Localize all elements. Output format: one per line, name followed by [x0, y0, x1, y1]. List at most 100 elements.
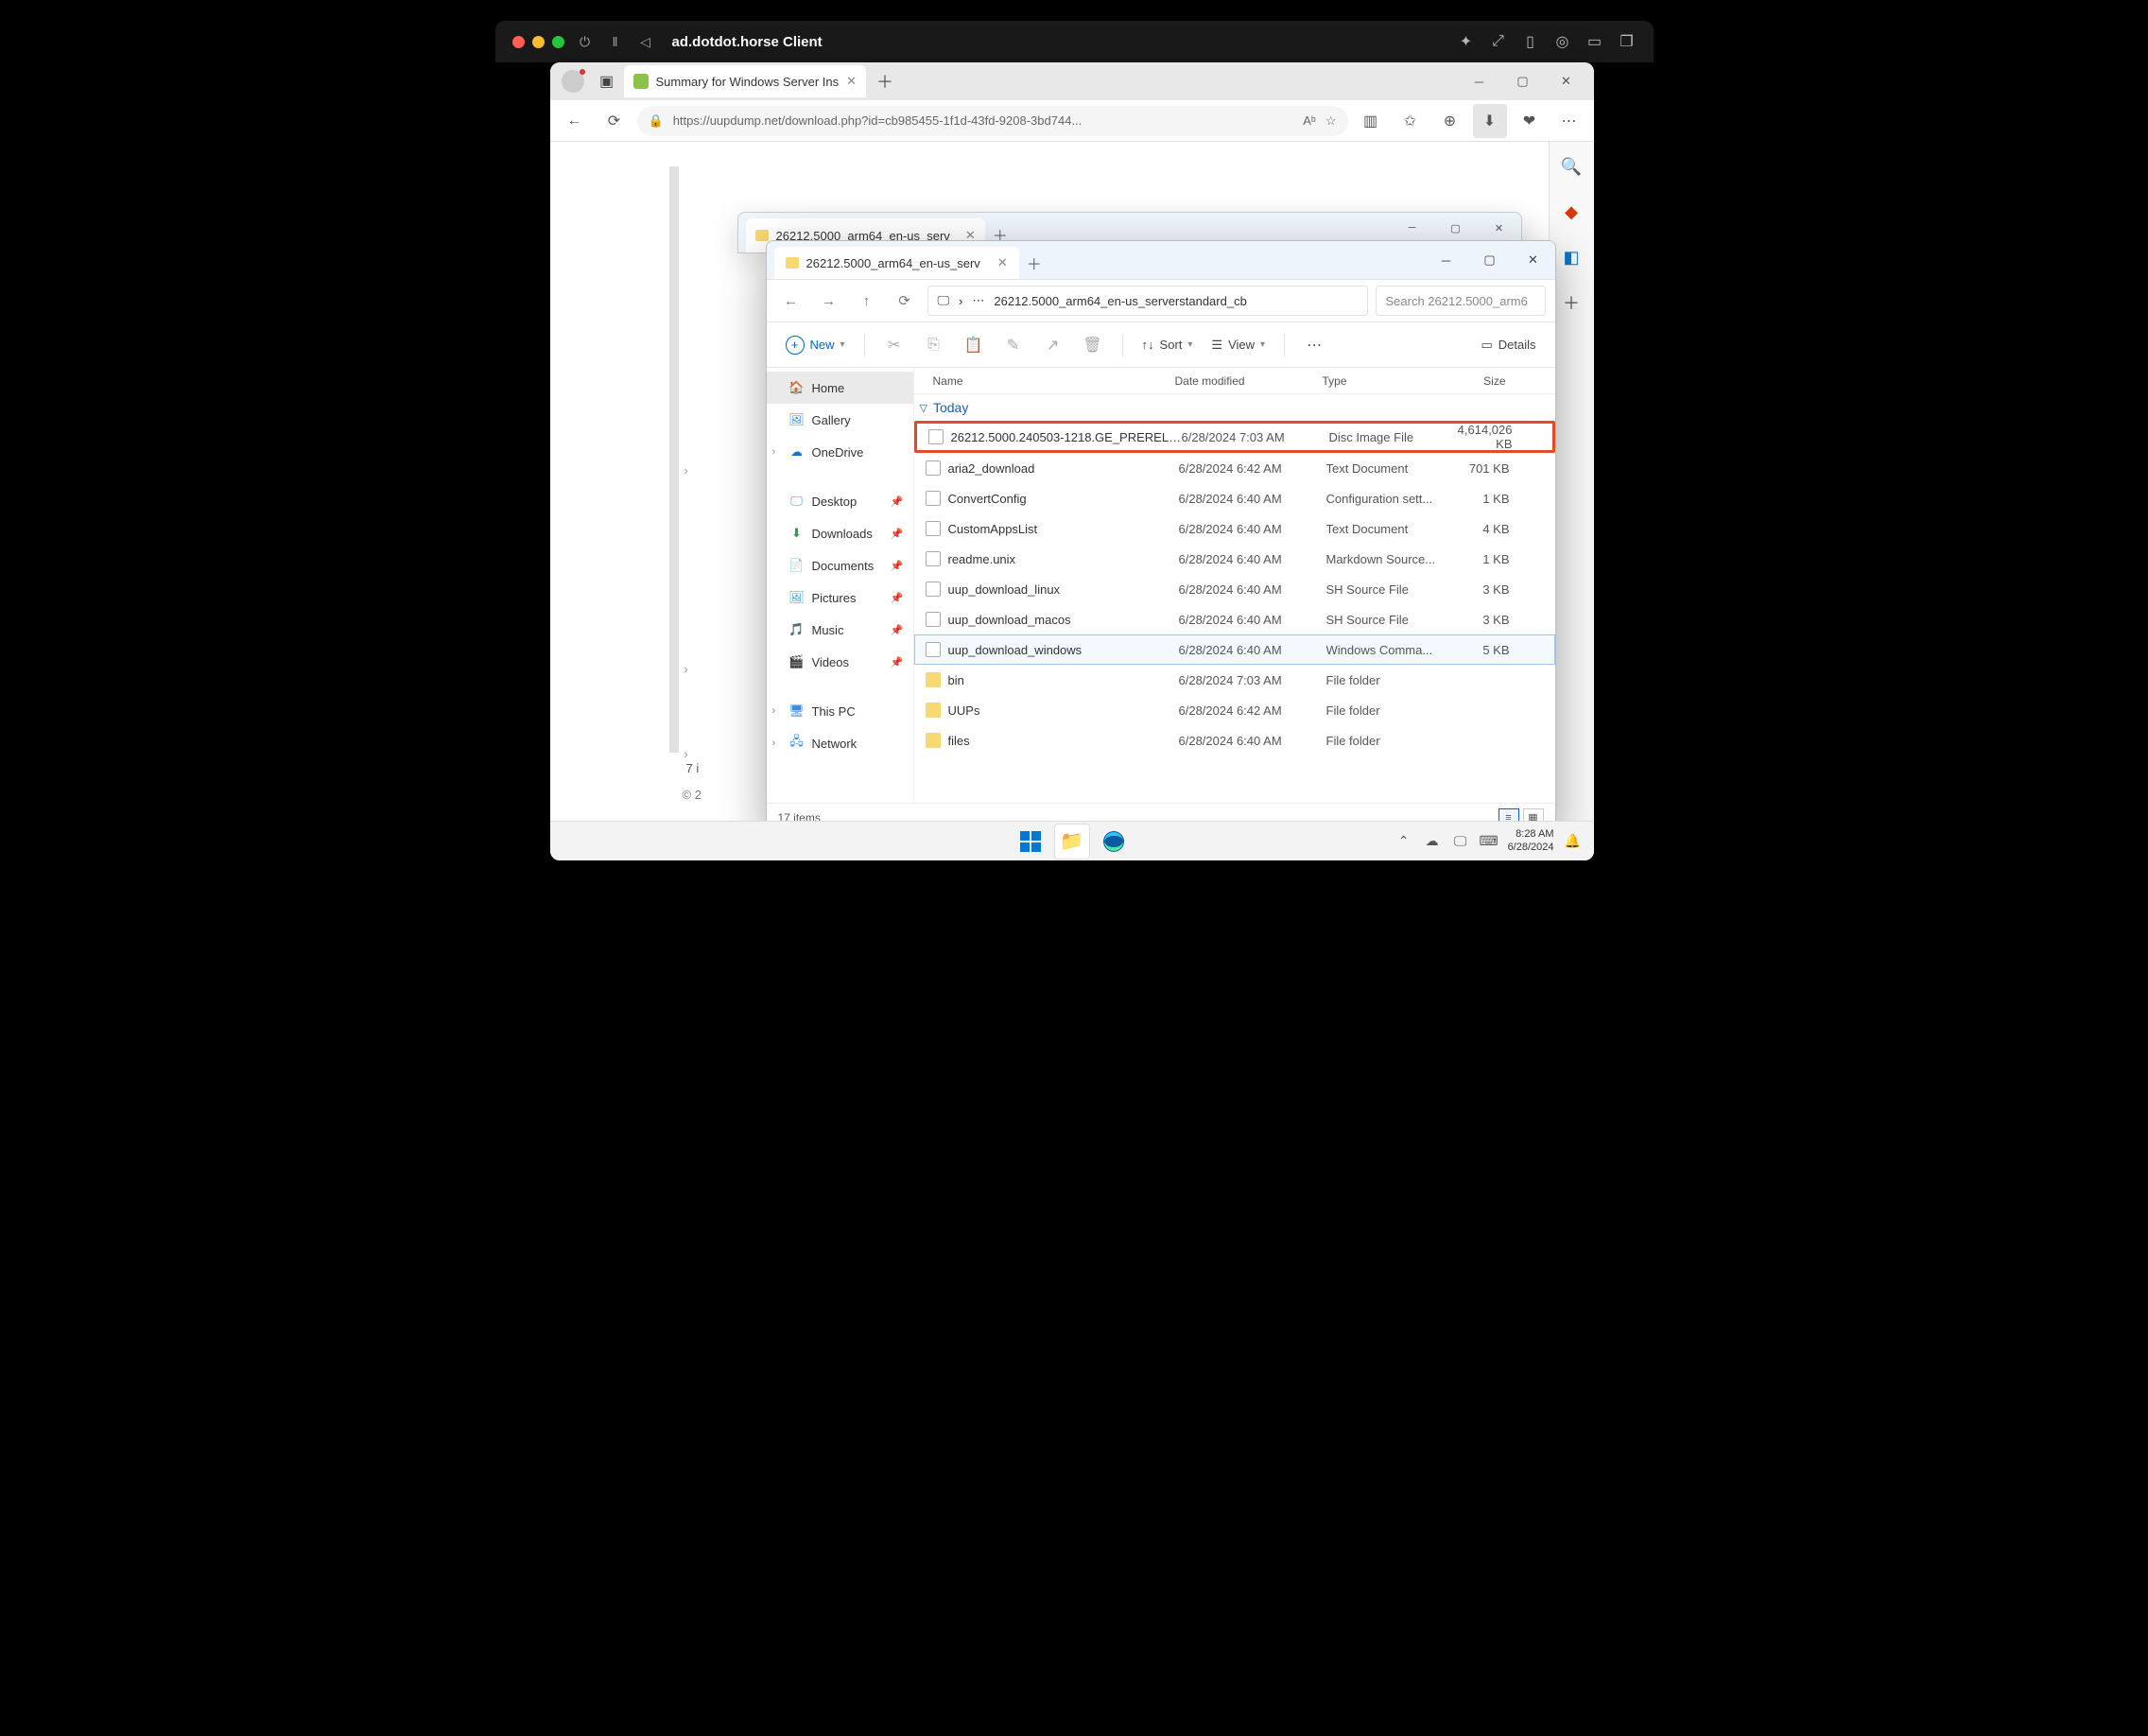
details-button[interactable]: ▭ Details [1475, 330, 1541, 360]
bg-max-button[interactable]: ▢ [1434, 213, 1478, 243]
close-tab-icon[interactable]: ✕ [846, 74, 857, 89]
copy-icon[interactable]: ⎘ [918, 330, 950, 360]
column-headers[interactable]: Name Date modified Type Size [914, 368, 1555, 394]
col-size[interactable]: Size [1444, 374, 1516, 388]
read-aloud-icon[interactable]: Aᵇ [1303, 113, 1316, 128]
sidebar-item-onedrive[interactable]: ›☁OneDrive [767, 436, 913, 468]
share-icon[interactable]: ↗ [1037, 330, 1069, 360]
new-button[interactable]: +New▾ [780, 330, 851, 360]
favorite-star-icon[interactable]: ☆ [1325, 113, 1337, 129]
sidebar-item-home[interactable]: 🏠Home [767, 372, 913, 404]
sparkle-icon[interactable]: ✦ [1457, 32, 1476, 51]
start-button[interactable] [1013, 824, 1048, 859]
extensions-icon[interactable]: ❤ [1513, 104, 1547, 138]
col-date[interactable]: Date modified [1175, 374, 1323, 388]
file-row[interactable]: bin6/28/2024 7:03 AMFile folder [914, 665, 1555, 695]
taskbar-clock[interactable]: 8:28 AM 6/28/2024 [1508, 828, 1554, 853]
sidebar-item-videos[interactable]: 🎬Videos📌 [767, 646, 913, 678]
delete-icon[interactable]: 🗑 [1077, 330, 1109, 360]
sidebar-item-documents[interactable]: 📄Documents📌 [767, 549, 913, 582]
sort-button[interactable]: ↑↓ Sort ▾ [1136, 330, 1199, 360]
file-row[interactable]: aria2_download6/28/2024 6:42 AMText Docu… [914, 453, 1555, 483]
taskbar-explorer-icon[interactable]: 📁 [1054, 824, 1090, 859]
pause-icon[interactable]: ‖ [606, 32, 625, 51]
sidebar-item-music[interactable]: 🎵Music📌 [767, 614, 913, 646]
edge-close-button[interactable]: ✕ [1545, 62, 1588, 100]
rename-icon[interactable]: ✎ [997, 330, 1030, 360]
traffic-lights[interactable] [512, 36, 564, 48]
explorer-max-button[interactable]: ▢ [1468, 241, 1512, 279]
tray-display-icon[interactable]: 🖵 [1451, 832, 1470, 851]
more-icon[interactable]: ⋯ [1552, 104, 1586, 138]
ellipsis-icon[interactable]: ⋯ [972, 293, 984, 308]
nav-back-icon[interactable]: ← [558, 104, 592, 138]
sidebar-item-gallery[interactable]: 🖼Gallery [767, 404, 913, 436]
downloads-icon[interactable]: ⬇ [1473, 104, 1507, 138]
col-type[interactable]: Type [1323, 374, 1444, 388]
max-dot[interactable] [552, 36, 564, 48]
tray-keyboard-icon[interactable]: ⌨ [1480, 832, 1498, 851]
address-bar[interactable]: 🔒 https://uupdump.net/download.php?id=cb… [637, 106, 1348, 136]
nav-back-icon[interactable]: ← [776, 286, 806, 316]
browser-tab[interactable]: Summary for Windows Server Ins ✕ [624, 65, 867, 97]
file-row[interactable]: uup_download_linux6/28/2024 6:40 AMSH So… [914, 574, 1555, 604]
expand-icon[interactable]: ⤢ [1489, 32, 1508, 51]
favorites-icon[interactable]: ✩ [1394, 104, 1428, 138]
bg-close-button[interactable]: ✕ [1478, 213, 1521, 243]
sidebar-item-pictures[interactable]: 🖼Pictures📌 [767, 582, 913, 614]
sidebar-item-network[interactable]: ›🖧Network [767, 727, 913, 759]
sidebar-add-icon[interactable]: ＋ [1556, 287, 1586, 318]
more-icon[interactable]: ⋯ [1298, 330, 1330, 360]
sidebar-search-icon[interactable]: 🔍 [1556, 151, 1586, 182]
file-row[interactable]: readme.unix6/28/2024 6:40 AMMarkdown Sou… [914, 544, 1555, 574]
close-tab-icon[interactable]: ✕ [997, 255, 1008, 270]
tray-chevron-icon[interactable]: ⌃ [1394, 832, 1413, 851]
file-row[interactable]: CustomAppsList6/28/2024 6:40 AMText Docu… [914, 513, 1555, 544]
edge-min-button[interactable]: ─ [1458, 62, 1501, 100]
explorer-new-tab[interactable]: ＋ [1019, 247, 1049, 279]
nav-fwd-icon[interactable]: → [814, 286, 844, 316]
explorer-tab[interactable]: 26212.5000_arm64_en-us_serv ✕ [774, 247, 1019, 279]
search-input[interactable]: Search 26212.5000_arm6 [1376, 286, 1546, 316]
file-row[interactable]: uup_download_macos6/28/2024 6:40 AMSH So… [914, 604, 1555, 634]
taskbar-edge-icon[interactable] [1096, 824, 1132, 859]
folder-icon[interactable]: ▭ [1585, 32, 1604, 51]
paste-icon[interactable]: 📋 [958, 330, 990, 360]
notifications-icon[interactable]: 🔔 [1564, 832, 1583, 851]
back-icon[interactable]: ◁ [636, 32, 655, 51]
split-screen-icon[interactable]: ▥ [1354, 104, 1388, 138]
sidebar-outlook-icon[interactable]: ◧ [1556, 242, 1586, 272]
view-button[interactable]: ☰ View ▾ [1205, 330, 1271, 360]
nav-refresh-icon[interactable]: ⟳ [890, 286, 920, 316]
file-row[interactable]: 26212.5000.240503-1218.GE_PRERELEASE_...… [914, 421, 1555, 453]
tab-actions-icon[interactable]: ▣ [594, 68, 620, 95]
sidebar-office-icon[interactable]: ◆ [1556, 197, 1586, 227]
file-row[interactable]: uup_download_windows6/28/2024 6:40 AMWin… [914, 634, 1555, 665]
nav-refresh-icon[interactable]: ⟳ [598, 104, 632, 138]
nav-up-icon[interactable]: ↑ [852, 286, 882, 316]
collections-icon[interactable]: ⊕ [1433, 104, 1467, 138]
edge-max-button[interactable]: ▢ [1501, 62, 1545, 100]
new-tab-button[interactable]: ＋ [870, 66, 900, 96]
explorer-close-button[interactable]: ✕ [1512, 241, 1555, 279]
file-row[interactable]: files6/28/2024 6:40 AMFile folder [914, 725, 1555, 755]
tray-cloud-icon[interactable]: ☁ [1423, 832, 1442, 851]
file-row[interactable]: UUPs6/28/2024 6:42 AMFile folder [914, 695, 1555, 725]
sidebar-item-desktop[interactable]: 🖵Desktop📌 [767, 485, 913, 517]
bg-min-button[interactable]: ─ [1391, 213, 1434, 243]
cut-icon[interactable]: ✂ [878, 330, 910, 360]
col-name[interactable]: Name [914, 374, 1175, 388]
path-box[interactable]: 🖵 › ⋯ 26212.5000_arm64_en-us_serverstand… [927, 286, 1368, 316]
file-row[interactable]: ConvertConfig6/28/2024 6:40 AMConfigurat… [914, 483, 1555, 513]
windows-icon[interactable]: ❐ [1618, 32, 1637, 51]
device-icon[interactable]: ▯ [1521, 32, 1540, 51]
sidebar-item-thispc[interactable]: ›🖥This PC [767, 695, 913, 727]
close-dot[interactable] [512, 36, 525, 48]
globe-icon[interactable]: ◎ [1553, 32, 1572, 51]
power-icon[interactable]: ⏻ [576, 32, 595, 51]
sidebar-item-downloads[interactable]: ⬇Downloads📌 [767, 517, 913, 549]
group-header[interactable]: ▽Today [914, 394, 1555, 421]
min-dot[interactable] [532, 36, 545, 48]
explorer-min-button[interactable]: ─ [1425, 241, 1468, 279]
profile-icon[interactable] [562, 70, 584, 93]
